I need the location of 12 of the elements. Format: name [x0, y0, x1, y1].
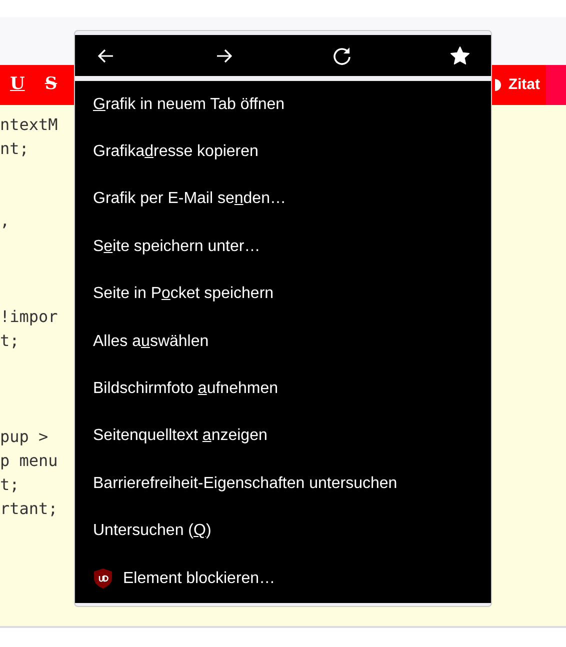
underline-button[interactable]: U [0, 72, 35, 98]
quote-button[interactable]: Zitat [491, 74, 544, 96]
code-line: ntextM [0, 114, 58, 136]
code-line: t; [0, 474, 20, 496]
code-line: rtant; [0, 498, 58, 520]
strikethrough-button[interactable]: S [34, 72, 68, 98]
code-line: t; [0, 330, 20, 352]
code-line: , [0, 210, 10, 232]
code-line: nt; [0, 138, 29, 160]
code-line: pup > [0, 426, 48, 448]
code-line: p menu [0, 450, 58, 472]
code-line: !impor [0, 306, 58, 328]
